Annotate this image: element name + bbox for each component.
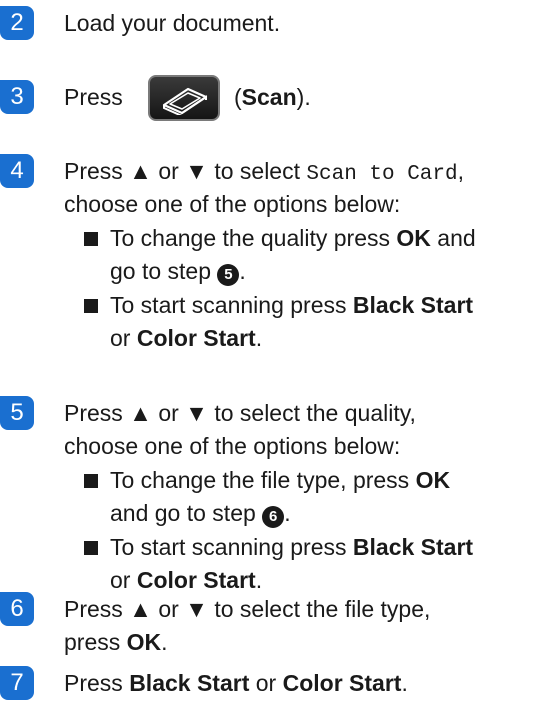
step-5-option-2-line-1: To start scanning press Black Start [110, 531, 473, 564]
text: . [239, 258, 246, 284]
ok-key: OK [396, 225, 431, 251]
bullet-icon [84, 541, 98, 555]
step-number-badge: 2 [0, 6, 34, 40]
bullet-icon [84, 232, 98, 246]
black-start-key: Black Start [352, 534, 474, 560]
text: To start scanning press [110, 292, 353, 318]
step-number-badge: 4 [0, 154, 34, 188]
step-4-option-1-line-1: To change the quality press OK and [110, 222, 476, 255]
scan-button[interactable] [148, 75, 220, 121]
color-start-key: Color Start [136, 567, 256, 593]
step-number-badge: 6 [0, 592, 34, 626]
text: . [255, 325, 263, 351]
text: press [64, 629, 127, 655]
text: . [255, 567, 263, 593]
text: . [401, 670, 408, 696]
paren: ( [234, 84, 242, 110]
text: go to step [110, 258, 218, 284]
step-4-option-1-line-2: go to step 5. [110, 255, 246, 288]
bullet-icon [84, 299, 98, 313]
step-5-option-1-line-2: and go to step 6. [110, 497, 291, 530]
step-5-option-1-line-1: To change the file type, press OK [110, 464, 450, 497]
bullet-icon [84, 474, 98, 488]
scan-key-icon [162, 87, 208, 115]
step-4-line-1: Press ▲ or ▼ to select Scan to Card, [64, 155, 464, 191]
step-5-line-1: Press ▲ or ▼ to select the quality, [64, 400, 416, 426]
color-start-key: Color Start [136, 325, 256, 351]
text: or [249, 670, 283, 696]
text: Press ▲ or ▼ to select [64, 158, 307, 184]
step-2-text: Load your document. [64, 10, 281, 36]
step-number-badge: 7 [0, 666, 34, 700]
step-4-option-2-line-1: To start scanning press Black Start [110, 289, 473, 322]
text: To change the quality press [110, 225, 397, 251]
color-start-key: Color Start [282, 670, 402, 696]
text: To start scanning press [110, 534, 353, 560]
step-5-line-2: choose one of the options below: [64, 433, 401, 459]
step-text: Press [64, 81, 123, 114]
text: and [430, 225, 476, 251]
ok-key: OK [415, 467, 451, 493]
scan-label: Scan [241, 84, 297, 110]
step-6-line-1: Press ▲ or ▼ to select the file type, [64, 596, 431, 622]
step-text: Load your document. [64, 7, 280, 40]
step-3-scan-label: (Scan). [234, 81, 311, 114]
text: . [161, 629, 168, 655]
black-start-key: Black Start [352, 292, 474, 318]
step-4-option-2-line-2: or Color Start. [110, 322, 262, 355]
text: or [110, 567, 137, 593]
step-reference-icon: 5 [217, 264, 240, 286]
text: . [284, 500, 291, 526]
text: To change the file type, press [110, 467, 416, 493]
step-7-line-1: Press Black Start or Color Start. [64, 667, 408, 700]
text: and go to step [110, 500, 263, 526]
text: or [110, 325, 137, 351]
text: Press [64, 670, 130, 696]
step-4-line-2: choose one of the options below: [64, 191, 401, 217]
step-6-line-2: press OK. [64, 626, 168, 659]
step-number-badge: 5 [0, 396, 34, 430]
ok-key: OK [126, 629, 162, 655]
press-word: Press [64, 84, 123, 110]
step-number-badge: 3 [0, 80, 34, 114]
lcd-option-text: Scan to Card [306, 163, 458, 186]
paren: ). [296, 84, 311, 110]
step-reference-icon: 6 [262, 506, 285, 528]
text: , [457, 158, 465, 184]
black-start-key: Black Start [129, 670, 250, 696]
